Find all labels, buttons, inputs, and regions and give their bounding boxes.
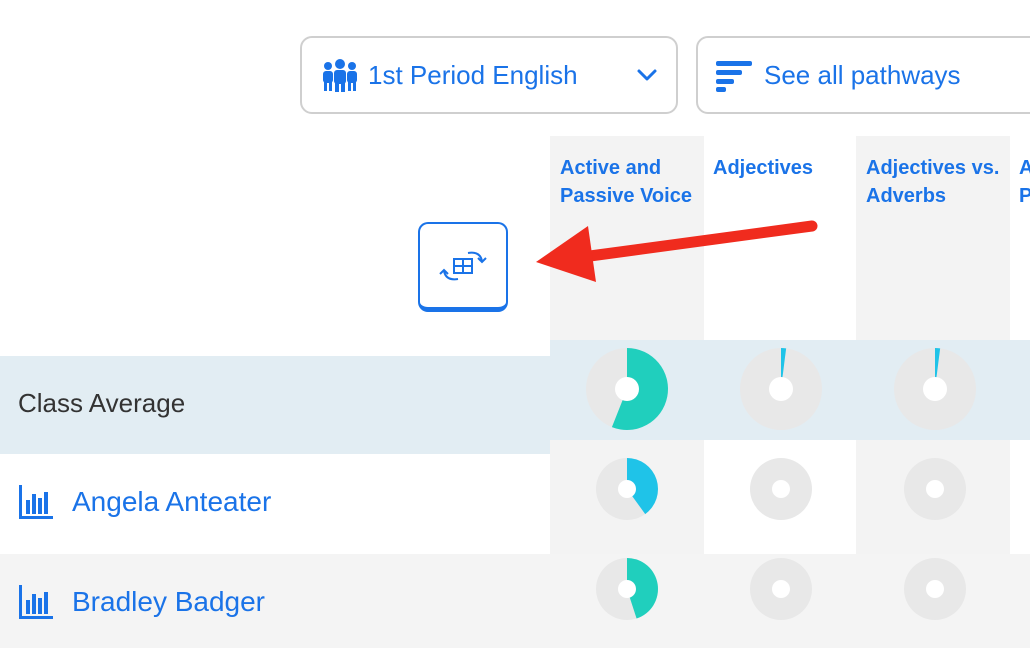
filter-lines-icon bbox=[716, 61, 752, 92]
pathway-select-label: See all pathways bbox=[764, 59, 961, 90]
student-link-bradley[interactable]: Bradley Badger bbox=[18, 584, 265, 620]
progress-pie bbox=[894, 348, 976, 430]
column-header-adjectives-vs-adverbs[interactable]: Adjectives vs. Adverbs bbox=[866, 154, 1011, 210]
switch-view-button[interactable] bbox=[418, 222, 508, 312]
student-row-angela: Angela Anteater bbox=[0, 454, 1030, 554]
class-average-row: Class Average bbox=[0, 340, 1030, 454]
switch-view-icon bbox=[439, 251, 487, 280]
pathway-select[interactable]: See all pathways bbox=[696, 36, 1030, 114]
pie-hole bbox=[618, 580, 636, 598]
student-row-bradley: Bradley Badger bbox=[0, 554, 1030, 654]
class-select[interactable]: 1st Period English bbox=[300, 36, 678, 114]
pie-hole bbox=[769, 377, 793, 401]
progress-pie bbox=[904, 558, 966, 620]
class-average-name-cell: Class Average bbox=[0, 356, 550, 454]
progress-pie bbox=[740, 348, 822, 430]
pie-hole bbox=[926, 480, 944, 498]
pie-hole bbox=[615, 377, 639, 401]
column-header-active-passive-voice[interactable]: Active and Passive Voice bbox=[560, 154, 705, 210]
student-link-angela[interactable]: Angela Anteater bbox=[18, 484, 271, 520]
progress-pie bbox=[596, 458, 658, 520]
people-group-icon bbox=[323, 59, 357, 92]
column-header-adjectives[interactable]: Adjectives bbox=[713, 154, 858, 182]
bar-chart-icon[interactable] bbox=[18, 484, 54, 520]
progress-pie bbox=[596, 558, 658, 620]
pie-hole bbox=[926, 580, 944, 598]
column-header-partial[interactable]: A P bbox=[1019, 154, 1030, 210]
class-select-value: 1st Period English bbox=[368, 59, 578, 90]
bar-chart-icon[interactable] bbox=[18, 584, 54, 620]
chevron-down-icon bbox=[637, 69, 657, 81]
pie-hole bbox=[618, 480, 636, 498]
pie-hole bbox=[772, 480, 790, 498]
progress-pie bbox=[586, 348, 668, 430]
student-name[interactable]: Bradley Badger bbox=[72, 586, 265, 618]
class-average-label: Class Average bbox=[18, 388, 186, 418]
pie-hole bbox=[772, 580, 790, 598]
progress-pie bbox=[904, 458, 966, 520]
student-name[interactable]: Angela Anteater bbox=[72, 486, 271, 518]
progress-pie bbox=[750, 458, 812, 520]
pie-hole bbox=[923, 377, 947, 401]
progress-pie bbox=[750, 558, 812, 620]
